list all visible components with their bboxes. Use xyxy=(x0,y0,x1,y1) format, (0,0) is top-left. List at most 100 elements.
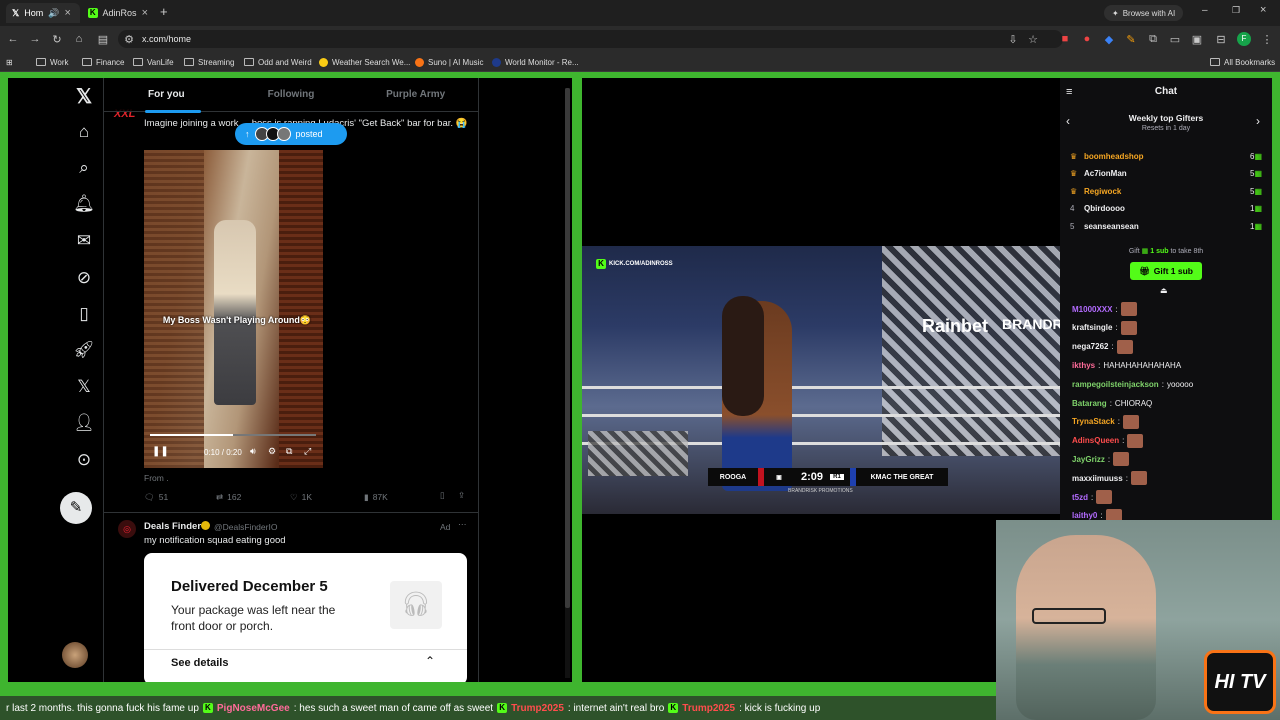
volume-icon[interactable]: 🔊︎ xyxy=(250,446,256,457)
forward-icon[interactable]: → xyxy=(26,30,44,48)
chat-username[interactable]: kraftsingle xyxy=(1072,323,1112,332)
home-icon[interactable]: ⌂ xyxy=(70,30,88,48)
extension-orange-icon[interactable]: ✎ xyxy=(1122,30,1140,48)
maximize-button[interactable]: ❐ xyxy=(1232,5,1240,16)
chevron-right-icon[interactable]: › xyxy=(1256,114,1260,128)
pin-icon[interactable]: ⏏ xyxy=(1160,286,1168,295)
reload-icon[interactable]: ↻ xyxy=(48,30,66,48)
browse-with-ai-button[interactable]: ✦ Browse with AI xyxy=(1104,5,1184,21)
close-tab-icon[interactable]: × xyxy=(142,7,148,19)
gifter-row[interactable]: 4 Qbirdoooo 1 ▦ xyxy=(1070,201,1262,217)
tweet-author-name[interactable]: Deals Finder xyxy=(144,521,201,532)
all-bookmarks[interactable]: All Bookmarks xyxy=(1210,54,1275,70)
messages-mail-icon[interactable]: ✉ xyxy=(66,223,102,259)
extension-red-icon[interactable]: ■ xyxy=(1056,30,1074,48)
reply-button[interactable]: 🗨︎ 51 xyxy=(144,492,168,503)
install-icon[interactable]: ⇩ xyxy=(1004,30,1022,48)
see-details-link[interactable]: See details xyxy=(171,657,228,669)
site-info-icon[interactable]: ⚙ xyxy=(122,30,136,48)
extension-badge-icon[interactable]: ● xyxy=(1078,30,1096,48)
chat-username[interactable]: TrynaStack xyxy=(1072,417,1115,426)
compose-post-button[interactable]: ✎ xyxy=(60,492,92,524)
chat-username[interactable]: ikthys xyxy=(1072,361,1095,370)
close-window-button[interactable]: × xyxy=(1260,4,1266,16)
account-avatar[interactable] xyxy=(62,642,88,668)
address-bar[interactable]: x.com/home xyxy=(118,30,1063,48)
more-options-icon[interactable]: ⋯ xyxy=(458,519,467,530)
chat-username[interactable]: nega7262 xyxy=(1072,342,1108,351)
notifications-bell-icon[interactable]: 🔔︎ xyxy=(66,186,102,222)
views-button[interactable]: ▮ 87K xyxy=(364,492,388,503)
deals-finder-avatar[interactable]: ◎ xyxy=(118,520,136,538)
chat-username[interactable]: JayGrizz xyxy=(1072,455,1105,464)
bookmark-weather[interactable]: Weather Search We... xyxy=(319,54,410,70)
extension-blue-icon[interactable]: ◆ xyxy=(1100,30,1118,48)
chat-username[interactable]: rampegoilsteinjackson xyxy=(1072,380,1159,389)
like-button[interactable]: ♡ 1K xyxy=(290,492,312,503)
profile-avatar[interactable]: F xyxy=(1237,32,1251,46)
chat-username[interactable]: t5zd xyxy=(1072,493,1088,502)
close-tab-icon[interactable]: × xyxy=(65,7,71,19)
boxing-ring-video[interactable]: Rainbet BRANDRI KKICK.COM/ADINROSS ROOGA… xyxy=(582,246,1060,514)
ad-card[interactable]: Delivered December 5 Your package was le… xyxy=(144,553,467,682)
bookmark-star-icon[interactable]: ☆ xyxy=(1024,30,1042,48)
extensions-icon[interactable]: ⧉ xyxy=(1144,30,1162,48)
chat-message: nega7262: xyxy=(1072,338,1133,356)
apps-icon[interactable]: ⊞ xyxy=(6,54,13,70)
pip-icon[interactable]: ⧉ xyxy=(286,446,292,457)
cast-icon[interactable]: ▣ xyxy=(1188,30,1206,48)
gifter-row[interactable]: ♛ Regiwock 5 ▦ xyxy=(1070,183,1262,199)
gifter-row[interactable]: ♛ boomheadshop 6 ▦ xyxy=(1070,148,1262,164)
explore-search-icon[interactable]: ⌕ xyxy=(66,150,102,186)
tab-search-icon[interactable]: ⊟ xyxy=(1212,30,1230,48)
tab-adinross[interactable]: K AdinRos × xyxy=(82,3,154,23)
chat-message: t5zd: xyxy=(1072,488,1113,506)
scrollbar[interactable] xyxy=(565,88,570,678)
bookmark-work[interactable]: Work xyxy=(36,54,69,70)
new-posts-pill[interactable]: ↑ posted xyxy=(235,123,347,145)
fullscreen-icon[interactable]: ⤢ xyxy=(304,446,311,457)
chat-username[interactable]: M1000XXX xyxy=(1072,305,1112,314)
pause-icon[interactable]: ❚❚ xyxy=(152,446,169,457)
tab-x-home[interactable]: 𝕏 Hom 🔊 × xyxy=(6,3,80,23)
rocket-icon[interactable]: 🚀︎ xyxy=(66,332,102,368)
tweet-video[interactable]: My Boss Wasn't Playing Around😳 ❚❚ 0:10 /… xyxy=(144,150,323,468)
chat-username[interactable]: maxxiimuuss xyxy=(1072,474,1123,483)
bookmark-icon[interactable]: ▯ xyxy=(440,490,445,501)
home-icon[interactable]: ⌂ xyxy=(66,114,102,150)
tab-for-you[interactable]: For you xyxy=(104,78,229,111)
gift-sub-button[interactable]: 🎁︎ Gift 1 sub xyxy=(1130,262,1202,280)
repost-button[interactable]: ⇄ 162 xyxy=(216,492,241,503)
split-view-icon[interactable]: ▭ xyxy=(1166,30,1184,48)
chevron-up-icon[interactable]: ⌃ xyxy=(425,654,435,668)
gifter-row[interactable]: 5 seanseansean 1 ▦ xyxy=(1070,218,1262,234)
share-icon[interactable]: ⇪ xyxy=(458,490,465,501)
bookmark-finance[interactable]: Finance xyxy=(82,54,124,70)
sidebar-icon[interactable]: ▤ xyxy=(94,30,112,48)
profile-person-icon[interactable]: 👤︎ xyxy=(66,405,102,441)
back-icon[interactable]: ← xyxy=(4,30,22,48)
tweet-author-handle[interactable]: @DealsFinderIO xyxy=(214,522,277,532)
tab-purple-army[interactable]: Purple Army xyxy=(353,78,478,111)
chat-username[interactable]: Batarang xyxy=(1072,399,1107,408)
bookmark-suno[interactable]: Suno | AI Music xyxy=(415,54,483,70)
premium-x-icon[interactable]: 𝕏 xyxy=(66,369,102,405)
video-progress-track[interactable] xyxy=(150,434,316,436)
menu-icon[interactable]: ⋮ xyxy=(1258,30,1276,48)
tab-following[interactable]: Following xyxy=(229,78,354,111)
settings-icon[interactable]: ⚙ xyxy=(268,446,276,457)
minimize-button[interactable]: – xyxy=(1202,5,1208,16)
bookmark-streaming[interactable]: Streaming xyxy=(184,54,234,70)
grok-icon[interactable]: ⊘ xyxy=(66,260,102,296)
new-tab-button[interactable]: + xyxy=(160,4,168,19)
more-circle-icon[interactable]: ⊙ xyxy=(66,442,102,478)
bookmark-vanlife[interactable]: VanLife xyxy=(133,54,174,70)
bookmark-odd-and-weird[interactable]: Odd and Weird xyxy=(244,54,312,70)
bookmark-world-monitor[interactable]: World Monitor - Re... xyxy=(492,54,579,70)
x-logo-icon[interactable]: 𝕏 xyxy=(66,78,102,114)
chat-username[interactable]: laithy0 xyxy=(1072,511,1097,520)
bookmark-label: Finance xyxy=(96,57,125,67)
chat-username[interactable]: AdinsQueen xyxy=(1072,436,1119,445)
gifter-row[interactable]: ♛ Ac7ionMan 5 ▦ xyxy=(1070,166,1262,182)
bookmarks-icon[interactable]: ▯ xyxy=(66,296,102,332)
